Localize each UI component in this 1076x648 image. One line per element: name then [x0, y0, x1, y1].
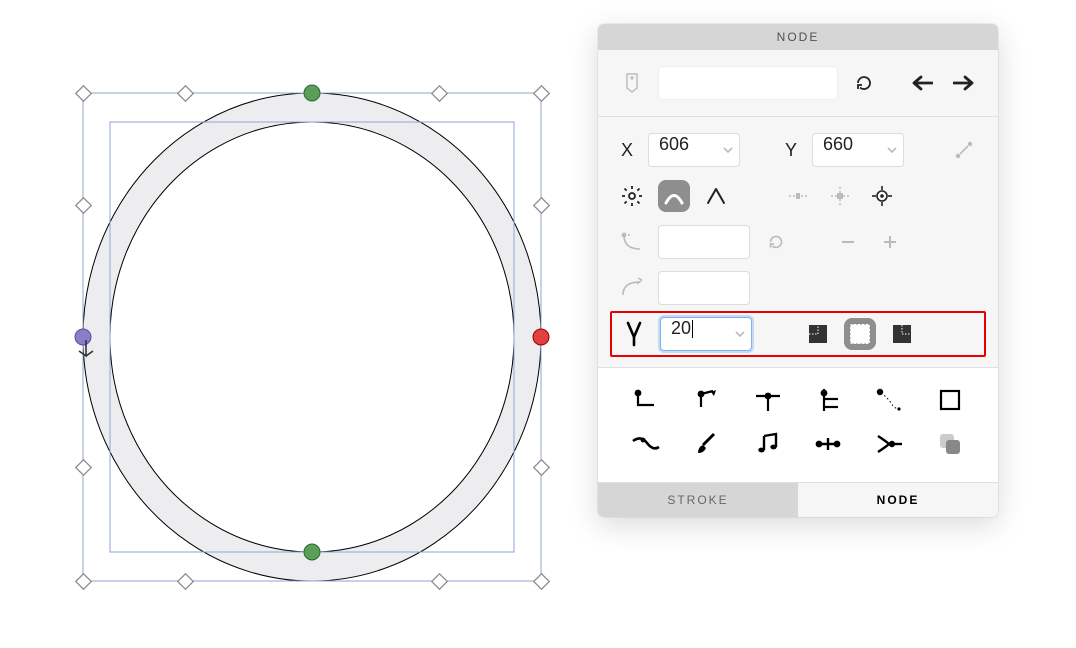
- prev-button[interactable]: [906, 67, 938, 99]
- cap-style-3-button[interactable]: [886, 318, 918, 350]
- tool-grid: [598, 367, 998, 483]
- nib-icon: [618, 318, 650, 350]
- tag-row: [616, 60, 980, 106]
- align-h-button[interactable]: [782, 180, 814, 212]
- target-button[interactable]: [866, 180, 898, 212]
- plus-button[interactable]: [874, 226, 906, 258]
- tab-node[interactable]: NODE: [798, 483, 998, 517]
- cap-style-1-button[interactable]: [802, 318, 834, 350]
- y-label: Y: [780, 140, 802, 161]
- width-input[interactable]: 20: [660, 317, 752, 351]
- y-input[interactable]: 660: [812, 133, 904, 167]
- smooth-node-button[interactable]: [658, 180, 690, 212]
- coord-row: X 606 Y 660: [616, 127, 980, 173]
- node-top[interactable]: [304, 85, 320, 101]
- tag-icon: [616, 67, 648, 99]
- node-left[interactable]: [75, 329, 91, 345]
- node-panel: NODE X 606: [598, 24, 998, 517]
- tool-align-v[interactable]: [800, 380, 857, 420]
- panel-title: NODE: [598, 24, 998, 50]
- tool-curve-dots[interactable]: [861, 380, 918, 420]
- node-right-selected[interactable]: [533, 329, 549, 345]
- handle-tangent-icon: [616, 272, 648, 304]
- align-center-button[interactable]: [824, 180, 856, 212]
- canvas[interactable]: [0, 0, 575, 648]
- next-button[interactable]: [948, 67, 980, 99]
- handle-curve-icon: [616, 226, 648, 258]
- tool-rect[interactable]: [921, 380, 978, 420]
- tag-input[interactable]: [658, 66, 838, 100]
- x-label: X: [616, 140, 638, 161]
- x-input[interactable]: 606: [648, 133, 740, 167]
- tool-cross[interactable]: [739, 380, 796, 420]
- handle-input-2[interactable]: [658, 271, 750, 305]
- tab-stroke[interactable]: STROKE: [598, 483, 798, 517]
- node-bottom[interactable]: [304, 544, 320, 560]
- link-coord-button[interactable]: [948, 134, 980, 166]
- highlighted-row: 20: [610, 311, 986, 357]
- selection-bbox-inner: [110, 122, 514, 552]
- handle-input-1[interactable]: [658, 225, 750, 259]
- cap-style-2-button[interactable]: [844, 318, 876, 350]
- reset-handle-button[interactable]: [760, 226, 792, 258]
- tool-music[interactable]: [739, 424, 796, 464]
- footer-tabs: STROKE NODE: [598, 483, 998, 517]
- corner-node-button[interactable]: [700, 180, 732, 212]
- node-type-row: [616, 173, 980, 219]
- ring-shape[interactable]: [83, 93, 541, 581]
- refresh-button[interactable]: [848, 67, 880, 99]
- tool-knife[interactable]: [618, 424, 675, 464]
- tool-barbell[interactable]: [800, 424, 857, 464]
- tool-brush[interactable]: [679, 424, 736, 464]
- bbox-handles[interactable]: [76, 86, 550, 590]
- minus-button[interactable]: [832, 226, 864, 258]
- text-caret: [692, 320, 693, 338]
- tool-corner-point[interactable]: [618, 380, 675, 420]
- tool-overlap[interactable]: [921, 424, 978, 464]
- tool-tangent-point[interactable]: [679, 380, 736, 420]
- handle-row-1: [616, 219, 980, 265]
- handle-row-2: [616, 265, 980, 311]
- settings-button[interactable]: [616, 180, 648, 212]
- tool-merge[interactable]: [861, 424, 918, 464]
